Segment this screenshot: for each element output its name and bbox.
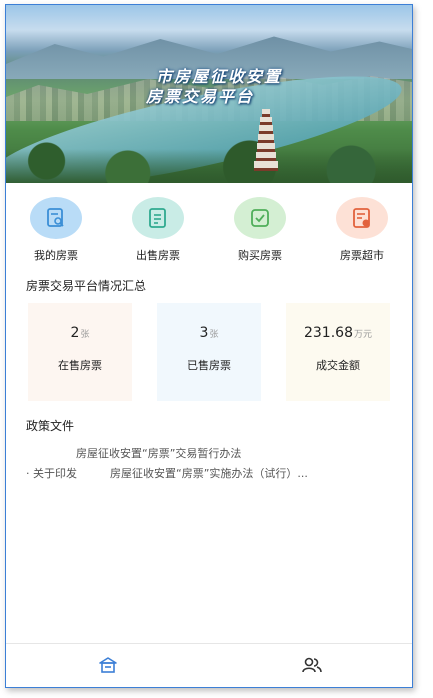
ticket-search-icon — [30, 197, 82, 239]
stat-sold[interactable]: 3张 已售房票 — [157, 303, 261, 401]
ticket-list-icon — [132, 197, 184, 239]
users-icon — [302, 657, 322, 673]
bottom-tab-bar — [6, 643, 412, 687]
policy-title: 政策文件 — [26, 419, 75, 433]
home-tab[interactable] — [96, 654, 120, 676]
sell-tickets-button[interactable]: 出售房票 — [120, 197, 196, 263]
policy-item[interactable]: 房屋征收安置“房票”交易暂行办法 — [76, 445, 241, 461]
stat-amount[interactable]: 231.68万元 成交金额 — [286, 303, 390, 401]
banner-trees — [6, 125, 412, 183]
app-frame: 市房屋征收安置 房票交易平台 我的房票 出售房票 购买房票 房票超市 房票交易平… — [5, 4, 413, 688]
summary-title: 房票交易平台情况汇总 — [26, 279, 147, 293]
stat-label: 已售房票 — [187, 359, 231, 372]
my-tickets-label: 我的房票 — [34, 249, 78, 262]
stat-label: 成交金额 — [316, 359, 360, 372]
ticket-market-button[interactable]: 房票超市 — [324, 197, 400, 263]
quick-actions: 我的房票 出售房票 购买房票 房票超市 — [6, 197, 412, 263]
ticket-check-icon — [234, 197, 286, 239]
pagoda-icon — [252, 109, 280, 171]
stat-label: 在售房票 — [58, 359, 102, 372]
users-tab[interactable] — [300, 654, 324, 676]
ticket-chart-icon — [336, 197, 388, 239]
my-tickets-button[interactable]: 我的房票 — [18, 197, 94, 263]
policy-item[interactable]: · 关于印发 房屋征收安置“房票”实施办法（试行）... — [26, 465, 308, 481]
banner-image: 市房屋征收安置 房票交易平台 — [6, 5, 412, 183]
home-icon — [99, 657, 117, 673]
stat-value: 3张 — [199, 325, 219, 341]
stat-value: 231.68万元 — [303, 325, 372, 341]
stat-value: 2张 — [70, 325, 90, 341]
banner-title-line2: 房票交易平台 — [146, 87, 255, 106]
ticket-market-label: 房票超市 — [340, 249, 384, 262]
stat-on-sale[interactable]: 2张 在售房票 — [28, 303, 132, 401]
buy-tickets-button[interactable]: 购买房票 — [222, 197, 298, 263]
buy-tickets-label: 购买房票 — [238, 249, 282, 262]
sell-tickets-label: 出售房票 — [136, 249, 180, 262]
